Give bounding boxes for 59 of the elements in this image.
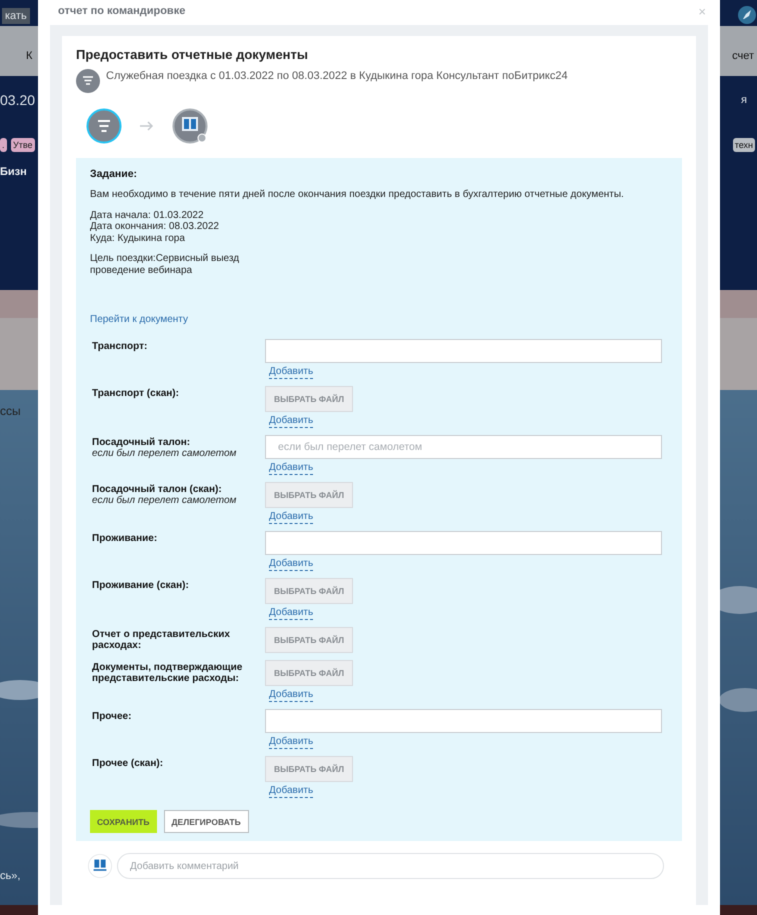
add-link[interactable]: Добавить xyxy=(269,607,314,620)
assignment-text: проведение вебинара xyxy=(90,264,194,276)
window-title: отчет по командировке xyxy=(58,5,186,17)
field-label: Прочее: xyxy=(92,711,132,722)
assignment-text: Вам необходимо в течение пяти дней после окончания поездки предоставить в бухгалтерию отчетные документы. xyxy=(90,189,625,200)
field-hint: если был перелет самолетом xyxy=(92,495,238,506)
background-text: сь», xyxy=(0,870,20,882)
background-text: . xyxy=(0,138,7,152)
logo-avatar-icon xyxy=(88,854,112,878)
delegate-button[interactable]: ДЕЛЕГИРОВАТЬ xyxy=(164,810,249,833)
input-field[interactable]: если был перелет самолетом xyxy=(265,435,662,459)
add-link[interactable]: Добавить xyxy=(269,736,314,749)
assignment-heading: Задание: xyxy=(90,168,138,180)
add-link[interactable]: Добавить xyxy=(269,689,314,702)
assignment-text: Цель поездки:Сервисный выезд xyxy=(90,253,240,264)
background-text: ссы xyxy=(0,404,21,418)
assignment-text: Дата окончания: 08.03.2022 xyxy=(90,221,220,232)
choose-file-button[interactable]: ВЫБРАТЬ ФАЙЛ xyxy=(265,756,353,782)
add-link[interactable]: Добавить xyxy=(269,511,314,524)
field-label: Посадочный талон: xyxy=(92,437,192,448)
background-text: Бизн xyxy=(0,166,27,178)
background-text: техн xyxy=(732,138,755,152)
field-label: Транспорт: xyxy=(92,341,148,352)
field-label: Посадочный талон (скан): xyxy=(92,484,223,495)
filter-icon xyxy=(76,69,100,93)
field-label: Проживание: xyxy=(92,533,158,544)
background-text: К xyxy=(26,50,32,62)
choose-file-button[interactable]: ВЫБРАТЬ ФАЙЛ xyxy=(265,627,353,653)
background-text: я xyxy=(741,94,747,106)
field-label: Проживание (скан): xyxy=(92,580,190,591)
input-field[interactable] xyxy=(265,709,662,733)
document-link[interactable]: Перейти к документу xyxy=(90,314,188,325)
task-title: Предоставить отчетные документы xyxy=(76,47,309,62)
field-label: Отчет о представительских расходах: xyxy=(92,629,231,651)
assignment-text: Дата начала: 01.03.2022 xyxy=(90,210,205,221)
save-button[interactable]: СОХРАНИТЬ xyxy=(90,810,156,833)
add-link[interactable]: Добавить xyxy=(269,785,314,798)
background-text: счет xyxy=(732,50,754,62)
input-field[interactable] xyxy=(265,339,662,363)
background-text: кать xyxy=(2,8,30,24)
background-text: 03.20 xyxy=(0,92,36,108)
field-label: Прочее (скан): xyxy=(92,758,164,769)
arrow-icon xyxy=(140,121,154,131)
field-label: Транспорт (скан): xyxy=(92,388,180,399)
choose-file-button[interactable]: ВЫБРАТЬ ФАЙЛ xyxy=(265,482,353,508)
assignment-text: Куда: Кудыкина гора xyxy=(90,232,186,244)
add-link[interactable]: Добавить xyxy=(269,366,314,379)
input-field[interactable] xyxy=(265,531,662,555)
task-subtitle: Служебная поездка с 01.03.2022 по 08.03.2022 в Кудыкина гора Консультант поБитрикс24 xyxy=(106,70,568,82)
background-text: Утве xyxy=(11,138,35,152)
add-link[interactable]: Добавить xyxy=(269,415,314,428)
field-hint: если был перелет самолетом xyxy=(92,448,238,459)
choose-file-button[interactable]: ВЫБРАТЬ ФАЙЛ xyxy=(265,578,353,604)
add-link[interactable]: Добавить xyxy=(269,462,314,475)
comment-field[interactable]: Добавить комментарий xyxy=(117,853,664,879)
choose-file-button[interactable]: ВЫБРАТЬ ФАЙЛ xyxy=(265,660,353,686)
choose-file-button[interactable]: ВЫБРАТЬ ФАЙЛ xyxy=(265,386,353,412)
add-link[interactable]: Добавить xyxy=(269,558,314,571)
field-label: Документы, подтверждающие представительские расходы: xyxy=(92,662,244,684)
